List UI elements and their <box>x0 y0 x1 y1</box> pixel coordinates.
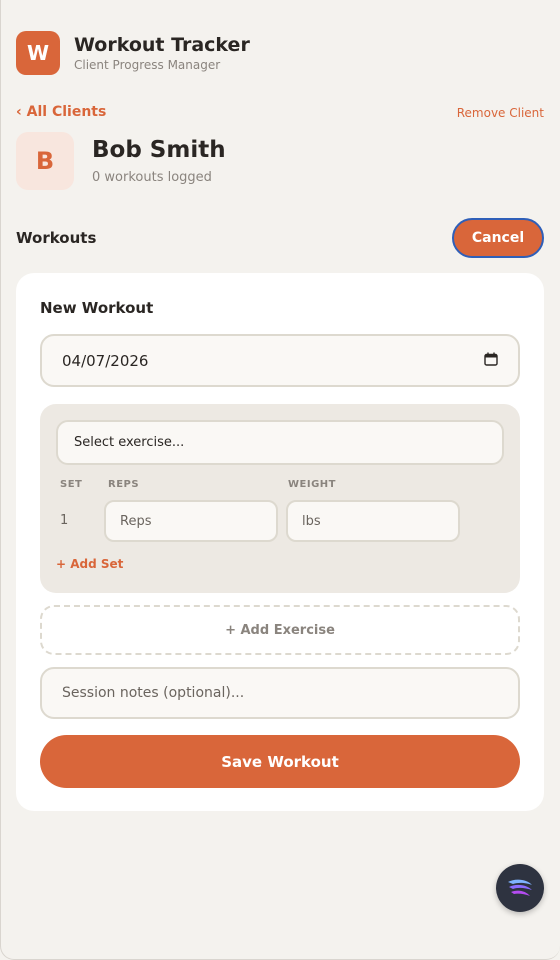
cancel-button[interactable]: Cancel <box>452 218 544 258</box>
app-titles: Workout Tracker Client Progress Manager <box>74 33 250 73</box>
reps-column-header: REPS <box>108 479 140 490</box>
exercise-block: Select exercise... SET REPS WEIGHT 1 Rep… <box>40 404 520 593</box>
app-subtitle: Client Progress Manager <box>74 58 221 72</box>
new-workout-card: New Workout 04/07/2026 Select exercise..… <box>16 273 544 811</box>
app-logo: W <box>16 31 60 75</box>
reps-input[interactable]: Reps <box>104 500 278 542</box>
add-exercise-button[interactable]: + Add Exercise <box>40 605 520 655</box>
save-workout-button[interactable]: Save Workout <box>40 735 520 788</box>
workouts-section-title: Workouts <box>16 229 97 247</box>
date-value: 04/07/2026 <box>62 351 149 370</box>
exercise-select[interactable]: Select exercise... <box>56 420 504 465</box>
app-title: Workout Tracker <box>74 34 250 56</box>
client-workout-count: 0 workouts logged <box>92 170 212 185</box>
workout-date-input[interactable]: 04/07/2026 <box>40 334 520 387</box>
assistant-icon[interactable] <box>496 864 544 912</box>
session-notes-input[interactable]: Session notes (optional)... <box>40 667 520 719</box>
remove-client-link[interactable]: Remove Client <box>457 106 544 120</box>
calendar-icon[interactable] <box>484 352 498 370</box>
client-avatar: B <box>16 132 74 190</box>
set-column-header: SET <box>60 479 83 490</box>
weight-column-header: WEIGHT <box>288 479 336 490</box>
all-clients-link[interactable]: ‹ All Clients <box>16 104 106 120</box>
weight-input[interactable]: lbs <box>286 500 460 542</box>
set-number: 1 <box>60 513 69 528</box>
add-set-button[interactable]: + Add Set <box>56 557 123 571</box>
app-header: W Workout Tracker Client Progress Manage… <box>16 31 250 75</box>
client-name: Bob Smith <box>92 137 226 163</box>
new-workout-title: New Workout <box>40 299 154 317</box>
